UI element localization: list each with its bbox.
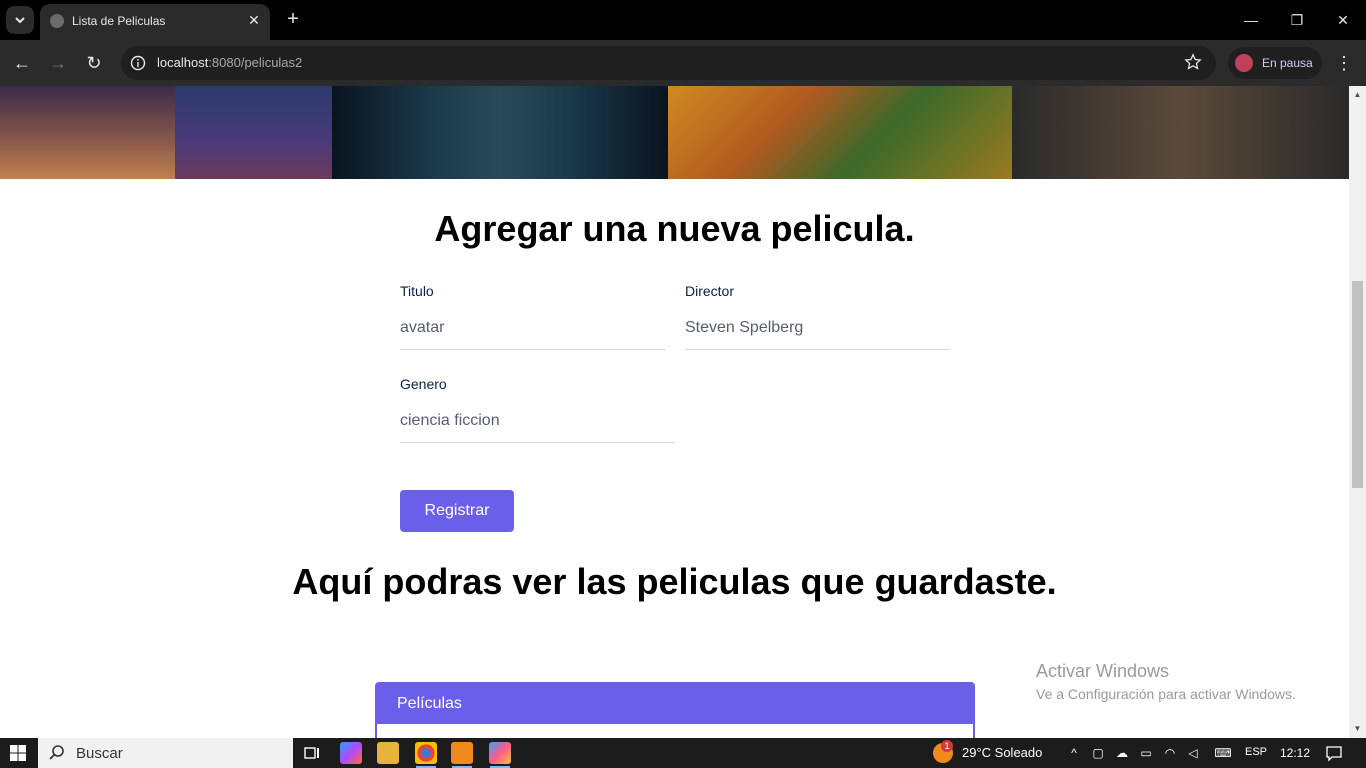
page-viewport: Agregar una nueva pelicula. Titulo Direc… — [0, 86, 1349, 738]
show-hidden-icons-chevron-icon[interactable]: ^ — [1066, 745, 1082, 761]
browser-toolbar: ← → ↻ localhost:8080/peliculas2 En pausa… — [0, 40, 1366, 86]
banner-poster — [1012, 86, 1349, 179]
movies-table-header: Películas — [377, 684, 973, 724]
address-bar[interactable]: localhost:8080/peliculas2 — [121, 46, 1216, 80]
close-tab-icon[interactable]: ✕ — [246, 12, 262, 28]
copilot-icon[interactable] — [340, 742, 362, 764]
minimize-button[interactable]: — — [1236, 8, 1266, 32]
reload-button[interactable]: ↻ — [81, 50, 107, 76]
keyboard-icon[interactable]: ⌨ — [1212, 745, 1234, 761]
url-path: :8080/peliculas2 — [208, 55, 303, 70]
avatar — [1235, 54, 1253, 72]
volume-icon[interactable]: ◁ — [1185, 745, 1201, 761]
clock[interactable]: 12:12 — [1280, 746, 1310, 760]
movies-table-card: Películas — [375, 682, 975, 738]
forward-button[interactable]: → — [45, 50, 71, 76]
battery-icon[interactable]: ▭ — [1138, 745, 1154, 761]
tab-search-button[interactable] — [6, 6, 34, 34]
titulo-input[interactable] — [400, 306, 665, 350]
bookmark-star-icon[interactable] — [1184, 53, 1202, 71]
url-host: localhost — [157, 55, 209, 70]
back-button[interactable]: ← — [9, 50, 35, 76]
chrome-icon[interactable] — [415, 742, 437, 764]
banner-poster — [0, 86, 175, 179]
restore-button[interactable]: ❐ — [1282, 8, 1312, 32]
director-input[interactable] — [685, 306, 950, 350]
banner-poster — [668, 86, 1012, 179]
movie-banner — [0, 86, 1349, 179]
windows-activation-subtitle: Ve a Configuración para activar Windows. — [1036, 686, 1296, 702]
windows-start-icon[interactable] — [10, 745, 26, 761]
cloud-icon[interactable]: ☁ — [1114, 745, 1130, 761]
windows-activation-title: Activar Windows — [1036, 661, 1170, 681]
close-window-button[interactable]: ✕ — [1328, 8, 1358, 32]
browser-menu-icon[interactable]: ⋮ — [1332, 50, 1356, 76]
weather-text[interactable]: 29°C Soleado — [962, 745, 1042, 760]
app-cube-icon[interactable] — [489, 742, 511, 764]
browser-tab[interactable]: Lista de Peliculas ✕ — [40, 4, 270, 40]
globe-icon — [50, 14, 64, 28]
scroll-thumb[interactable] — [1352, 281, 1363, 488]
director-label: Director — [685, 283, 735, 299]
page-scrollbar[interactable]: ▲ ▼ — [1349, 86, 1366, 738]
taskbar-search[interactable]: Buscar — [38, 738, 293, 768]
language-indicator[interactable]: ESP — [1245, 746, 1267, 758]
register-button[interactable]: Registrar — [400, 490, 514, 532]
profile-button[interactable]: En pausa — [1228, 47, 1322, 79]
genero-input[interactable] — [400, 399, 675, 443]
notifications-icon[interactable] — [1325, 744, 1343, 762]
add-movie-heading: Agregar una nueva pelicula. — [434, 208, 915, 249]
new-tab-button[interactable]: + — [282, 8, 304, 30]
scroll-down-arrow-icon[interactable]: ▼ — [1349, 722, 1366, 736]
meet-icon[interactable]: ▢ — [1090, 745, 1106, 761]
browser-tab-strip: Lista de Peliculas ✕ + — ❐ ✕ — [0, 0, 1366, 40]
saved-movies-heading: Aquí podras ver las peliculas que guarda… — [292, 561, 1057, 602]
task-view-icon[interactable] — [301, 742, 323, 764]
site-info-icon[interactable] — [130, 55, 146, 71]
file-explorer-icon[interactable] — [377, 742, 399, 764]
scroll-up-arrow-icon[interactable]: ▲ — [1349, 88, 1366, 102]
banner-poster — [332, 86, 668, 179]
banner-poster — [175, 86, 332, 179]
sublime-text-icon[interactable] — [451, 742, 473, 764]
windows-taskbar: Buscar 1 29°C Soleado ^ ▢ ☁ ▭ ◠ ◁ ⌨ ESP … — [0, 738, 1366, 768]
url-text: localhost:8080/peliculas2 — [157, 55, 302, 70]
chevron-down-icon — [15, 17, 25, 24]
genero-label: Genero — [400, 376, 447, 392]
wifi-icon[interactable]: ◠ — [1162, 745, 1178, 761]
search-placeholder: Buscar — [76, 745, 123, 762]
weather-badge: 1 — [941, 740, 953, 752]
profile-status: En pausa — [1262, 56, 1313, 70]
search-icon — [49, 745, 64, 760]
titulo-label: Titulo — [400, 283, 434, 299]
tab-title: Lista de Peliculas — [72, 14, 166, 28]
